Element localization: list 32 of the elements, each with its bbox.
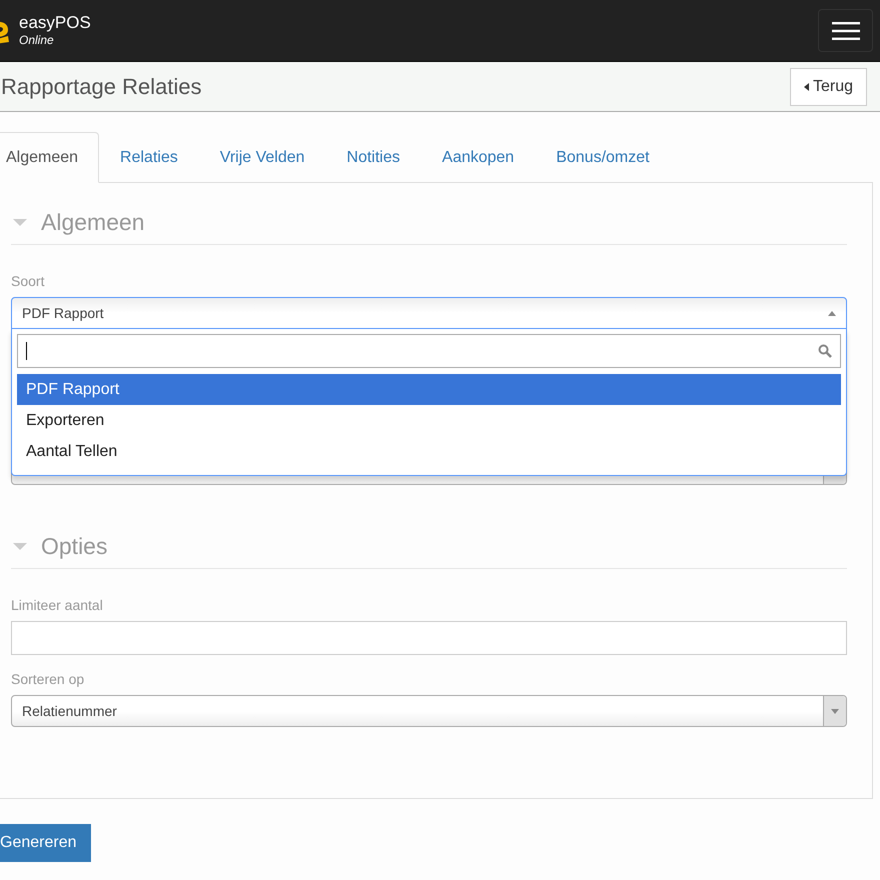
dropdown-option[interactable]: Aantal Tellen xyxy=(17,436,841,467)
field-label: Limiteer aantal xyxy=(11,597,104,613)
tab[interactable]: Bonus/omzet xyxy=(535,132,670,183)
select-field[interactable]: Relatienummer xyxy=(11,695,847,727)
brand-subtitle: Online xyxy=(19,33,55,48)
section-heading: Opties xyxy=(41,533,108,560)
tab[interactable]: Aankopen xyxy=(421,132,536,183)
search-icon xyxy=(818,344,832,358)
field-label: Sorteren op xyxy=(11,671,86,687)
caret-down-icon[interactable] xyxy=(13,542,27,550)
tab[interactable]: Vrije Velden xyxy=(198,132,326,183)
input-field[interactable] xyxy=(11,621,847,655)
text-cursor xyxy=(26,342,27,360)
page-title: Rapportage Relaties xyxy=(1,74,202,100)
tab[interactable]: Algemeen xyxy=(0,132,100,183)
menu-button[interactable] xyxy=(818,9,873,52)
tab[interactable]: Relaties xyxy=(99,132,199,183)
generate-button[interactable]: Genereren xyxy=(0,824,90,862)
caret-up-icon xyxy=(828,310,836,316)
select-field[interactable]: PDF Rapport xyxy=(11,297,847,329)
field-label: Soort xyxy=(11,273,46,289)
back-button[interactable]: Terug xyxy=(790,68,867,106)
brand-name[interactable]: easyPOS xyxy=(19,13,91,33)
section-heading: Algemeen xyxy=(41,209,145,236)
caret-down-icon xyxy=(831,708,839,714)
dropdown-option[interactable]: PDF Rapport xyxy=(17,374,841,405)
dropdown-option[interactable]: Exporteren xyxy=(17,405,841,436)
caret-icon xyxy=(804,82,809,90)
menu-icon xyxy=(832,20,860,40)
caret-down-icon[interactable] xyxy=(13,218,27,226)
search-field[interactable] xyxy=(17,334,841,368)
tab[interactable]: Notities xyxy=(326,132,422,183)
